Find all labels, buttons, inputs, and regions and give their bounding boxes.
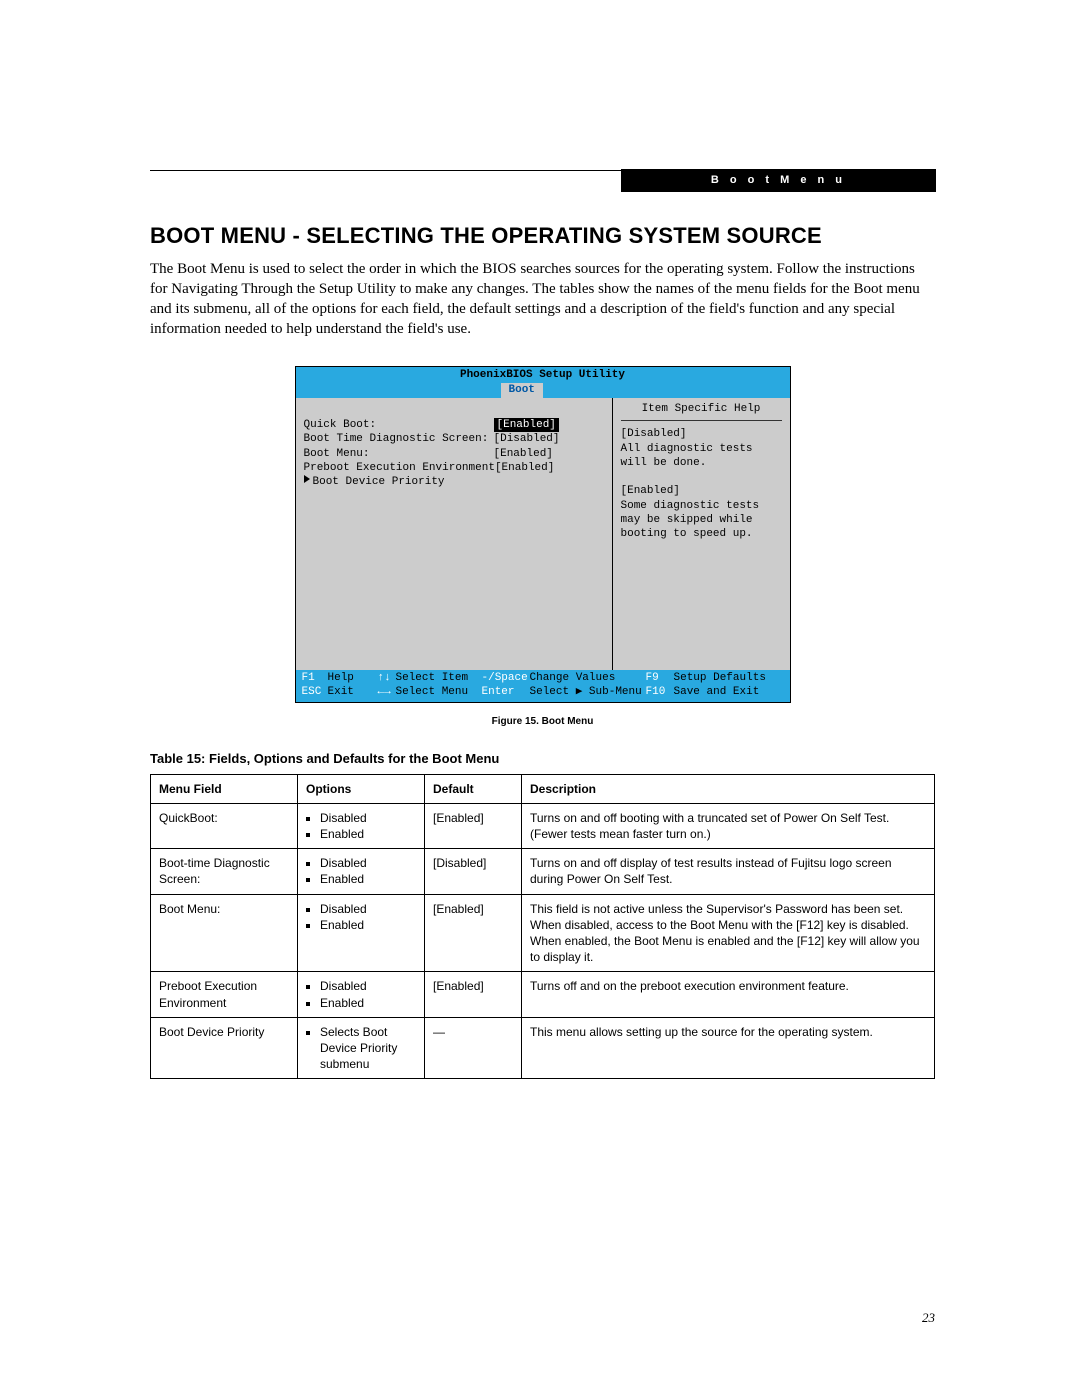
option-item: Enabled — [320, 871, 416, 887]
option-item: Disabled — [320, 901, 416, 917]
table-row: Boot Menu:DisabledEnabled[Enabled]This f… — [151, 894, 935, 972]
option-item: Disabled — [320, 855, 416, 871]
bios-help-body: [Disabled] All diagnostic tests will be … — [621, 427, 782, 541]
table-header-row: Menu Field Options Default Description — [151, 774, 935, 803]
option-item: Selects Boot Device Priority submenu — [320, 1024, 416, 1073]
bios-tabs: Boot — [296, 383, 790, 398]
bios-field-quickboot: Quick Boot: [Enabled] — [304, 418, 604, 432]
cell-default: [Disabled] — [425, 849, 522, 894]
cell-menufield: Preboot Execution Environment — [151, 972, 298, 1017]
option-item: Enabled — [320, 917, 416, 933]
option-item: Enabled — [320, 995, 416, 1011]
cell-menufield: QuickBoot: — [151, 803, 298, 848]
cell-description: Turns off and on the preboot execution e… — [522, 972, 935, 1017]
table-title: Table 15: Fields, Options and Defaults f… — [150, 750, 935, 768]
bios-field-bootmenu: Boot Menu: [Enabled] — [304, 447, 604, 461]
option-item: Enabled — [320, 826, 416, 842]
bios-submenu-bootpriority: Boot Device Priority — [304, 475, 604, 489]
bios-tab-boot: Boot — [501, 383, 543, 398]
cell-menufield: Boot-time Diagnostic Screen: — [151, 849, 298, 894]
table-row: Preboot Execution EnvironmentDisabledEna… — [151, 972, 935, 1017]
cell-options: DisabledEnabled — [298, 894, 425, 972]
section-tab: B o o t M e n u — [621, 169, 936, 192]
cell-description: This field is not active unless the Supe… — [522, 894, 935, 972]
cell-default: — — [425, 1017, 522, 1079]
bios-footer: F1 Help ↑↓ Select Item -/Space Change Va… — [296, 670, 790, 702]
table-row: Boot Device Priority Selects Boot Device … — [151, 1017, 935, 1079]
col-header-description: Description — [522, 774, 935, 803]
option-item: Disabled — [320, 810, 416, 826]
cell-options: DisabledEnabled — [298, 803, 425, 848]
cell-options: DisabledEnabled — [298, 972, 425, 1017]
bios-help-panel: Item Specific Help [Disabled] All diagno… — [613, 398, 790, 670]
option-item: Disabled — [320, 978, 416, 994]
intro-paragraph: The Boot Menu is used to select the orde… — [150, 259, 935, 340]
header-rule: B o o t M e n u — [150, 170, 935, 171]
bios-field-pxe: Preboot Execution Environment [Enabled] — [304, 461, 604, 475]
bios-screenshot: PhoenixBIOS Setup Utility Boot Quick Boo… — [295, 366, 791, 703]
cell-default: [Enabled] — [425, 972, 522, 1017]
bios-title: PhoenixBIOS Setup Utility — [296, 367, 790, 383]
bios-help-title: Item Specific Help — [621, 402, 782, 421]
col-header-menufield: Menu Field — [151, 774, 298, 803]
cell-default: [Enabled] — [425, 803, 522, 848]
cell-default: [Enabled] — [425, 894, 522, 972]
figure-caption: Figure 15. Boot Menu — [150, 715, 935, 729]
table-row: QuickBoot:DisabledEnabled[Enabled]Turns … — [151, 803, 935, 848]
page-number: 23 — [922, 1309, 935, 1327]
cell-description: Turns on and off display of test results… — [522, 849, 935, 894]
triangle-right-icon — [304, 475, 310, 483]
cell-menufield: Boot Device Priority — [151, 1017, 298, 1079]
col-header-default: Default — [425, 774, 522, 803]
bios-field-diagscreen: Boot Time Diagnostic Screen: [Disabled] — [304, 432, 604, 446]
table-row: Boot-time Diagnostic Screen:DisabledEnab… — [151, 849, 935, 894]
boot-menu-table: Menu Field Options Default Description Q… — [150, 774, 935, 1080]
page-title: BOOT MENU - SELECTING THE OPERATING SYST… — [150, 221, 935, 251]
cell-description: This menu allows setting up the source f… — [522, 1017, 935, 1079]
cell-description: Turns on and off booting with a truncate… — [522, 803, 935, 848]
col-header-options: Options — [298, 774, 425, 803]
cell-menufield: Boot Menu: — [151, 894, 298, 972]
cell-options: Selects Boot Device Priority submenu — [298, 1017, 425, 1079]
bios-fields-panel: Quick Boot: [Enabled] Boot Time Diagnost… — [296, 398, 613, 670]
cell-options: DisabledEnabled — [298, 849, 425, 894]
